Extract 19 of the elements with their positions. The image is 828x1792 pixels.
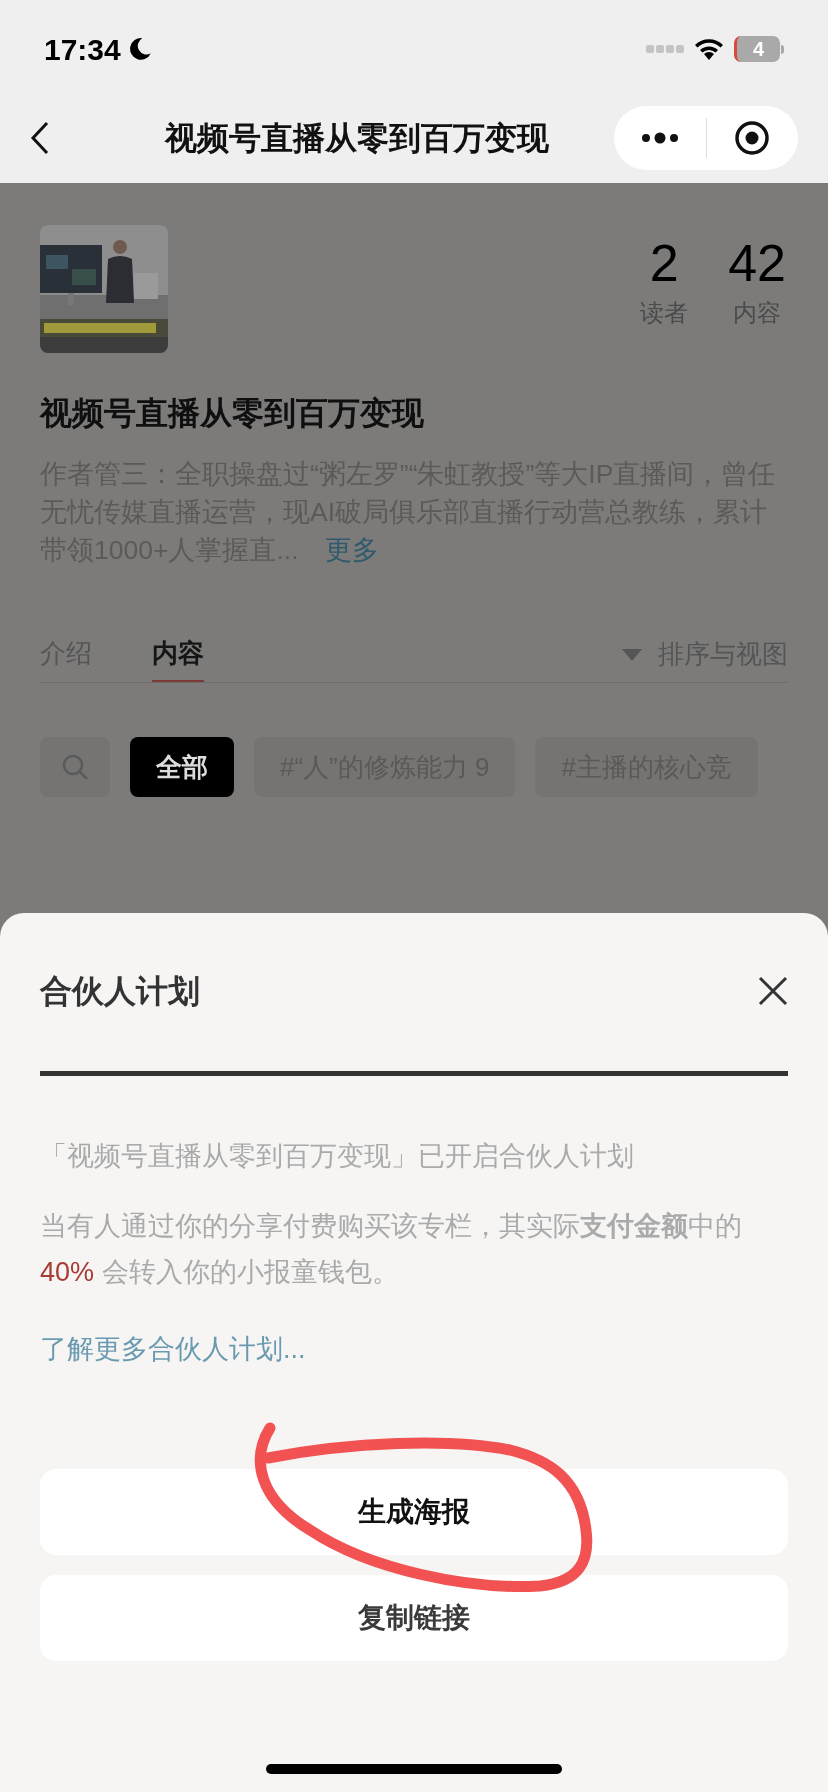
dropdown-icon [622,648,642,661]
page-title: 视频号直播从零到百万变现 [165,118,549,158]
tab[interactable]: 内容 [152,627,204,682]
stat-value: 42 [728,233,786,293]
action-button[interactable]: 生成海报 [40,1469,788,1555]
learn-more-link[interactable]: 了解更多合伙人计划... [40,1328,306,1369]
search-icon [61,753,89,781]
sheet-title: 合伙人计划 [40,972,200,1011]
close-button[interactable] [758,976,788,1006]
more-link[interactable]: 更多 [324,535,379,565]
commission-text: 当有人通过你的分享付费购买该专栏，其实际支付金额中的 40% 会转入你的小报童钱包。 [40,1209,743,1289]
partner-intro: 「视频号直播从零到百万变现」已开启合伙人计划 [40,1140,635,1173]
signal-icon [646,45,684,53]
action-button[interactable]: 复制链接 [40,1575,788,1661]
filter-chip[interactable]: 全部 [130,737,234,797]
wifi-icon [694,38,724,60]
status-time: 17:34 [44,31,121,68]
column-title: 视频号直播从零到百万变现 [40,394,425,433]
stat-value: 2 [649,233,679,293]
